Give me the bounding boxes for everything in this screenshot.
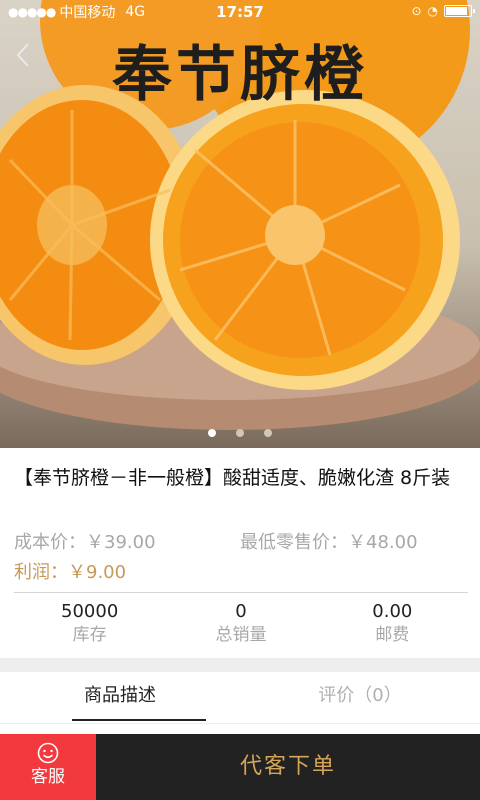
stat-label: 库存	[72, 625, 107, 645]
stat-total-sales: 0 总销量	[165, 593, 316, 656]
bottom-action-bar: 客服 代客下单	[0, 734, 480, 800]
clock: 17:57	[216, 3, 264, 21]
cost-price-value: ￥39.00	[86, 532, 156, 553]
pager-dot-2[interactable]	[236, 429, 244, 437]
stat-stock: 50000 库存	[14, 593, 165, 656]
cost-price: 成本价：￥39.00	[14, 528, 156, 554]
place-order-button[interactable]: 代客下单	[96, 734, 480, 800]
rotation-lock-icon: ⊙	[411, 4, 422, 18]
image-brand-text: 奉节脐橙	[112, 40, 368, 110]
product-title: 【奉节脐橙－非一般橙】酸甜适度、脆嫩化渣 8斤装	[14, 467, 451, 489]
profit: 利润：￥9.00	[14, 558, 126, 584]
cost-price-label: 成本价：	[14, 532, 86, 553]
stat-value: 0	[235, 601, 247, 622]
min-retail-price-label: 最低零售价：	[240, 532, 348, 553]
section-divider	[0, 658, 480, 672]
back-icon[interactable]	[14, 40, 38, 70]
status-bar: ●●●●● 中国移动 4G 17:57 ⊙ ◔	[0, 0, 480, 24]
carousel-pager	[0, 429, 480, 437]
stat-value: 0.00	[372, 601, 413, 622]
min-retail-price: 最低零售价：￥48.00	[240, 528, 418, 554]
alarm-icon: ◔	[427, 4, 438, 18]
tab-description[interactable]: 商品描述	[0, 672, 240, 723]
product-stats: 50000 库存 0 总销量 0.00 邮费	[14, 592, 468, 656]
min-retail-price-value: ￥48.00	[348, 532, 418, 553]
product-image-carousel[interactable]: 奉节脐橙 ●●●●● 中国移动 4G 17:57 ⊙ ◔	[0, 0, 480, 448]
battery-icon	[444, 5, 475, 17]
profit-label: 利润：	[14, 562, 68, 583]
pager-dot-1[interactable]	[208, 429, 216, 437]
pager-dot-3[interactable]	[264, 429, 272, 437]
smile-icon	[37, 742, 59, 764]
detail-tabs: 商品描述 评价（0）	[0, 672, 480, 724]
status-icons: ⊙ ◔	[411, 4, 475, 18]
stat-label: 邮费	[375, 625, 410, 645]
tab-reviews[interactable]: 评价（0）	[240, 672, 480, 723]
profit-value: ￥9.00	[68, 562, 127, 583]
customer-service-label: 客服	[31, 767, 65, 787]
stat-label: 总销量	[215, 625, 267, 645]
stat-shipping: 0.00 邮费	[317, 593, 468, 656]
stat-value: 50000	[61, 601, 119, 622]
customer-service-button[interactable]: 客服	[0, 734, 96, 800]
